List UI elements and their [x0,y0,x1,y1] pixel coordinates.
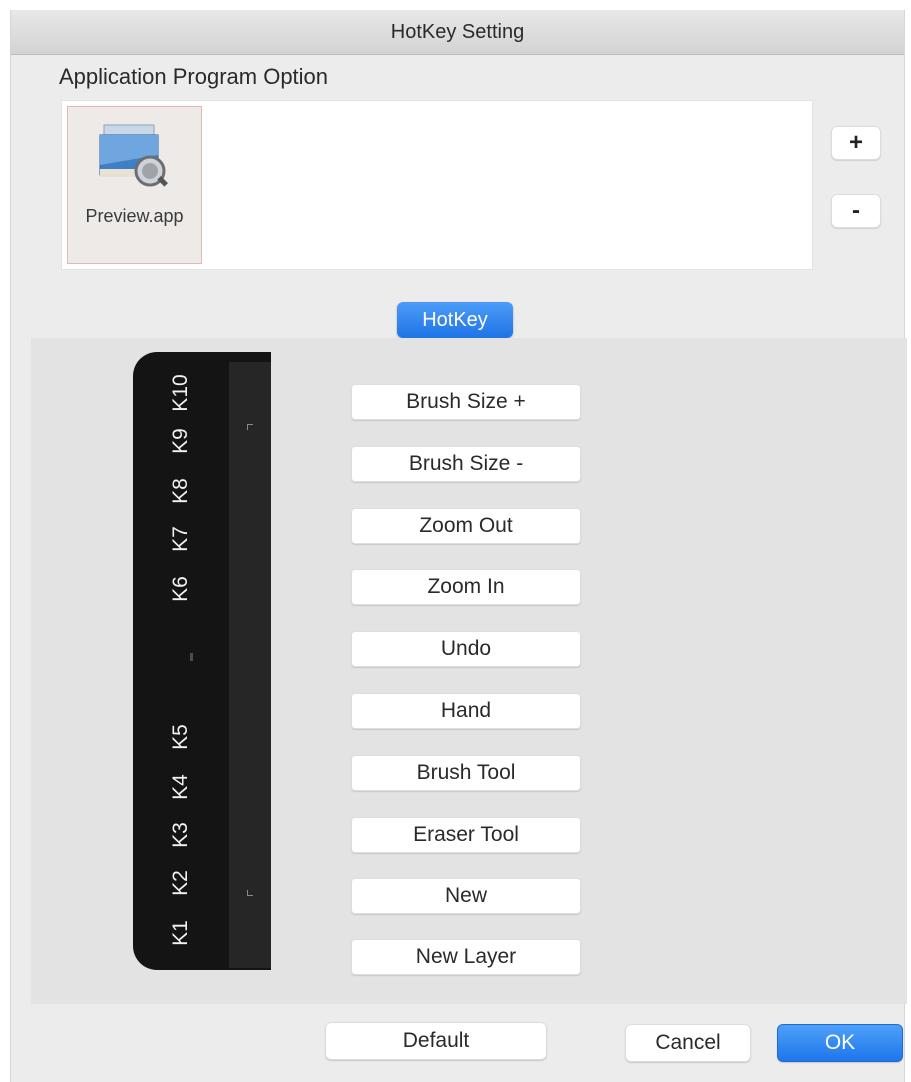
hotkey-button-k1[interactable]: New Layer [351,939,581,975]
hotkey-button-k7[interactable]: Zoom In [351,569,581,605]
ok-button[interactable]: OK [777,1024,903,1062]
tablet-diagram: K10 K9 K8 K7 K6 K5 K4 K3 K2 K1 [133,352,271,970]
hotkey-panel: K10 K9 K8 K7 K6 K5 K4 K3 K2 K1 Brush Siz… [31,338,907,1004]
hotkey-button-k5[interactable]: Hand [351,693,581,729]
tablet-marker-bottom [247,890,253,896]
window-title: HotKey Setting [11,10,904,55]
hotkey-button-k3[interactable]: Eraser Tool [351,817,581,853]
cancel-button[interactable]: Cancel [625,1024,751,1062]
hotkey-button-k2[interactable]: New [351,878,581,914]
app-tile-preview[interactable]: Preview.app [67,106,202,264]
remove-app-button[interactable]: - [831,194,881,228]
hotkey-button-k9[interactable]: Brush Size - [351,446,581,482]
hotkey-button-k6[interactable]: Undo [351,631,581,667]
tablet-key-divider [190,653,193,661]
tab-hotkey[interactable]: HotKey [397,302,513,338]
default-button[interactable]: Default [325,1022,547,1060]
hotkey-button-k10[interactable]: Brush Size + [351,384,581,420]
app-tile-label: Preview.app [85,206,184,226]
preview-app-icon [99,124,168,187]
hotkey-setting-dialog: HotKey Setting Application Program Optio… [10,10,907,1082]
add-app-button[interactable]: + [831,126,881,160]
tablet-side-strip [229,362,271,968]
tablet-marker-top [247,424,253,430]
hotkey-button-k4[interactable]: Brush Tool [351,755,581,791]
application-program-option-label: Application Program Option [59,64,329,89]
tablet-key-label-k1: K1 [169,920,192,946]
hotkey-button-k8[interactable]: Zoom Out [351,508,581,544]
application-list: Preview.app [61,100,813,270]
tablet-key-label-k6: K6 [169,576,192,602]
